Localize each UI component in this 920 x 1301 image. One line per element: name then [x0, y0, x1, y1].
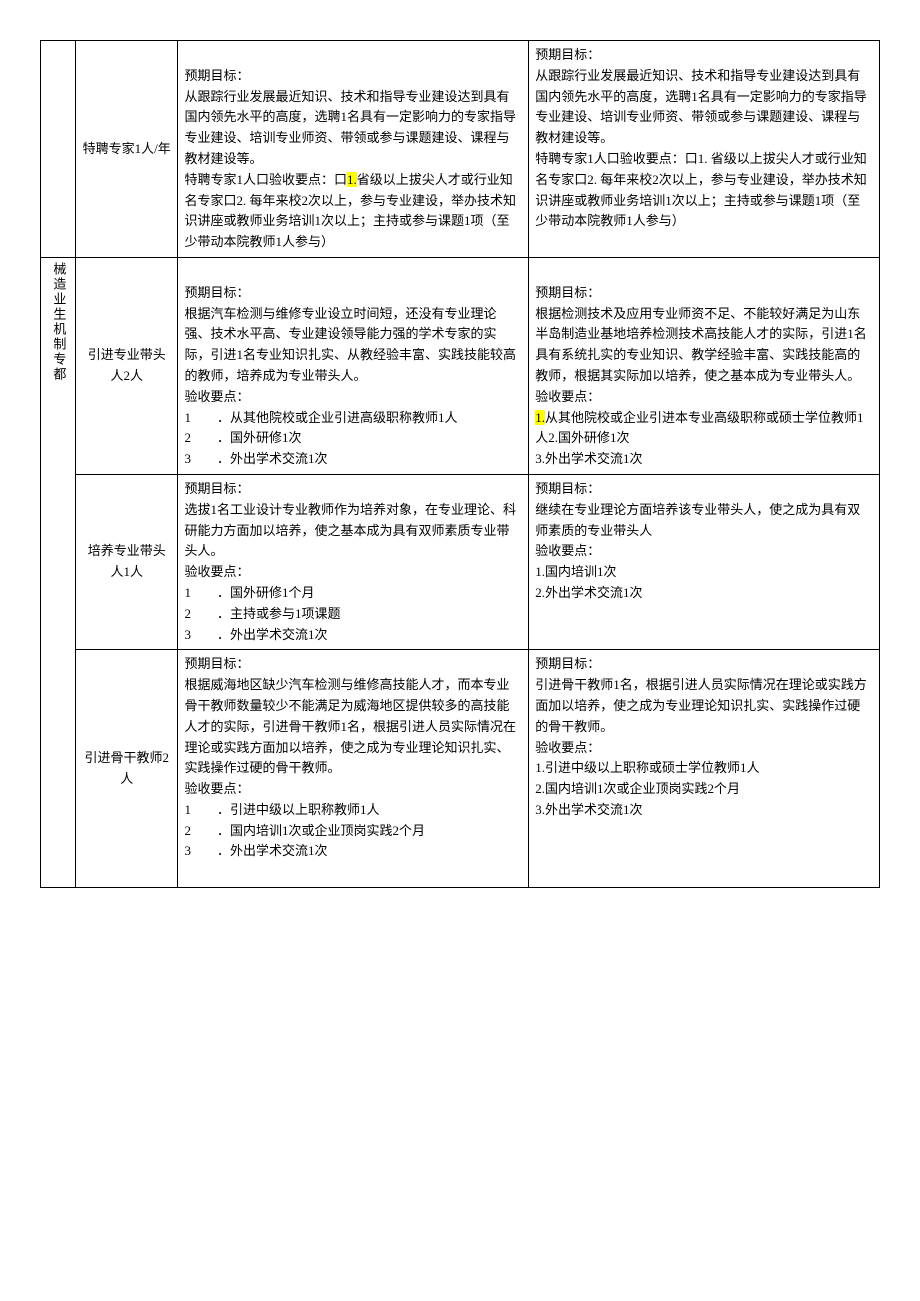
item: ．外出学术交流1次: [217, 451, 328, 466]
text: 根据检测技术及应用专业师资不足、不能较好满足为山东半岛制造业基地培养检测技术高技…: [535, 306, 867, 383]
table-row: 械造业生机制专都 引进专业带头人2人 预期目标： 根据汽车检测与维修专业设立时间…: [41, 257, 880, 474]
num: 2: [184, 823, 191, 838]
goal-heading: 预期目标：: [535, 285, 600, 300]
item: 1.引进中级以上职称或硕士学位教师1人: [535, 760, 759, 775]
table-row: 特聘专家1人/年 预期目标： 从跟踪行业发展最近知识、技术和指导专业建设达到具有…: [41, 41, 880, 258]
text: 特聘专家1人口验收要点：口: [184, 172, 347, 187]
goal-heading: 预期目标：: [535, 656, 600, 671]
table-row: 引进骨干教师2人 预期目标： 根据威海地区缺少汽车检测与维修高技能人才，而本专业…: [41, 650, 880, 888]
item: ．从其他院校或企业引进高级职称教师1人: [217, 410, 458, 425]
cell-left: 预期目标： 根据汽车检测与维修专业设立时间短，还没有专业理论强、技术水平高、专业…: [178, 257, 529, 474]
goal-heading: 预期目标：: [184, 285, 249, 300]
row-label: 引进骨干教师2人: [75, 650, 177, 888]
item: 2.外出学术交流1次: [535, 585, 642, 600]
cell-left: 预期目标： 从跟踪行业发展最近知识、技术和指导专业建设达到具有国内领先水平的高度…: [178, 41, 529, 258]
cell-right: 预期目标： 继续在专业理论方面培养该专业带头人，使之成为具有双师素质的专业带头人…: [529, 474, 880, 649]
text: 引进骨干教师1名，根据引进人员实际情况在理论或实践方面加以培养，使之成为专业理论…: [535, 677, 867, 734]
num: 2: [184, 430, 191, 445]
item: 1.国内培训1次: [535, 564, 616, 579]
check-heading: 验收要点：: [184, 389, 249, 404]
goal-heading: 预期目标：: [184, 656, 249, 671]
check-heading: 验收要点：: [535, 740, 600, 755]
num: 3: [184, 627, 191, 642]
item: ．引进中级以上职称教师1人: [217, 802, 380, 817]
side-cell: 械造业生机制专都: [41, 257, 76, 887]
item: 2.国内培训1次或企业顶岗实践2个月: [535, 781, 740, 796]
text: 特聘专家1人口验收要点：口1. 省级以上拔尖人才或行业知名专家口2. 每年来校2…: [535, 151, 867, 228]
item: ．国外研修1个月: [217, 585, 315, 600]
row-label: 引进专业带头人2人: [75, 257, 177, 474]
text: 从跟踪行业发展最近知识、技术和指导专业建设达到具有国内领先水平的高度，选聘1名具…: [184, 89, 516, 166]
item: 3.外出学术交流1次: [535, 802, 642, 817]
goal-heading: 预期目标：: [535, 481, 600, 496]
text: 继续在专业理论方面培养该专业带头人，使之成为具有双师素质的专业带头人: [535, 502, 860, 538]
cell-right: 预期目标： 从跟踪行业发展最近知识、技术和指导专业建设达到具有国内领先水平的高度…: [529, 41, 880, 258]
goal-heading: 预期目标：: [184, 481, 249, 496]
side-label: 械造业生机制专都: [48, 262, 69, 382]
check-heading: 验收要点：: [535, 389, 600, 404]
goal-heading: 预期目标：: [535, 47, 600, 62]
num: 2: [184, 606, 191, 621]
check-heading: 验收要点：: [184, 781, 249, 796]
item: 3.外出学术交流1次: [535, 451, 642, 466]
item: ．外出学术交流1次: [217, 843, 328, 858]
item: ．国内培训1次或企业顶岗实践2个月: [217, 823, 425, 838]
cell-left: 预期目标： 选拔1名工业设计专业教师作为培养对象，在专业理论、科研能力方面加以培…: [178, 474, 529, 649]
cell-right: 预期目标： 根据检测技术及应用专业师资不足、不能较好满足为山东半岛制造业基地培养…: [529, 257, 880, 474]
item: ．外出学术交流1次: [217, 627, 328, 642]
item: 从其他院校或企业引进本专业高级职称或硕士学位教师1人2.国外研修1次: [535, 410, 863, 446]
num: 1: [184, 585, 191, 600]
row-label: 培养专业带头人1人: [75, 474, 177, 649]
cell-right: 预期目标： 引进骨干教师1名，根据引进人员实际情况在理论或实践方面加以培养，使之…: [529, 650, 880, 888]
table-row: 培养专业带头人1人 预期目标： 选拔1名工业设计专业教师作为培养对象，在专业理论…: [41, 474, 880, 649]
text: 根据汽车检测与维修专业设立时间短，还没有专业理论强、技术水平高、专业建设领导能力…: [184, 306, 516, 383]
item: ．主持或参与1项课题: [217, 606, 341, 621]
goal-heading: 预期目标：: [184, 68, 249, 83]
num: 3: [184, 843, 191, 858]
cell-left: 预期目标： 根据威海地区缺少汽车检测与维修高技能人才，而本专业骨干教师数量较少不…: [178, 650, 529, 888]
row-label: 特聘专家1人/年: [75, 41, 177, 258]
side-cell-empty: [41, 41, 76, 258]
highlight: 1.: [347, 172, 357, 187]
check-heading: 验收要点：: [184, 564, 249, 579]
check-heading: 验收要点：: [535, 543, 600, 558]
num: 1: [184, 802, 191, 817]
text: 从跟踪行业发展最近知识、技术和指导专业建设达到具有国内领先水平的高度，选聘1名具…: [535, 68, 867, 145]
text: 根据威海地区缺少汽车检测与维修高技能人才，而本专业骨干教师数量较少不能满足为威海…: [184, 677, 516, 775]
item: ．国外研修1次: [217, 430, 302, 445]
highlight: 1.: [535, 410, 545, 425]
num: 3: [184, 451, 191, 466]
text: 选拔1名工业设计专业教师作为培养对象，在专业理论、科研能力方面加以培养，使之基本…: [184, 502, 516, 559]
plan-table: 特聘专家1人/年 预期目标： 从跟踪行业发展最近知识、技术和指导专业建设达到具有…: [40, 40, 880, 888]
num: 1: [184, 410, 191, 425]
